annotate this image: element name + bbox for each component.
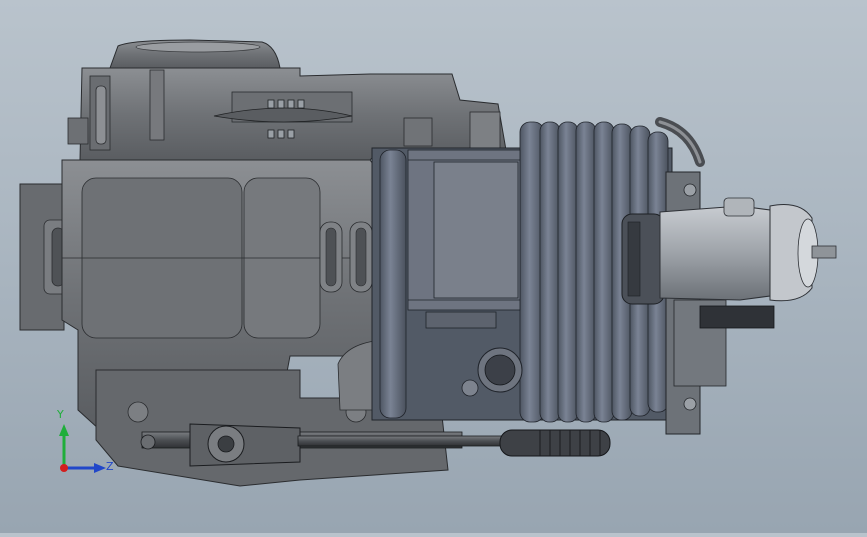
carburetor xyxy=(621,197,837,305)
z-axis-label: Z xyxy=(106,460,114,473)
crankcase-upper xyxy=(67,67,507,161)
top-cover xyxy=(109,39,281,69)
z-axis-arrow xyxy=(94,463,106,473)
y-axis-label: Y xyxy=(57,408,64,421)
y-axis-arrow xyxy=(59,424,69,436)
orientation-triad: Y Z xyxy=(50,408,120,480)
engine-model[interactable] xyxy=(0,0,867,533)
cad-graphics-area[interactable]: Y Z xyxy=(0,0,867,533)
x-axis-dot xyxy=(60,464,68,472)
